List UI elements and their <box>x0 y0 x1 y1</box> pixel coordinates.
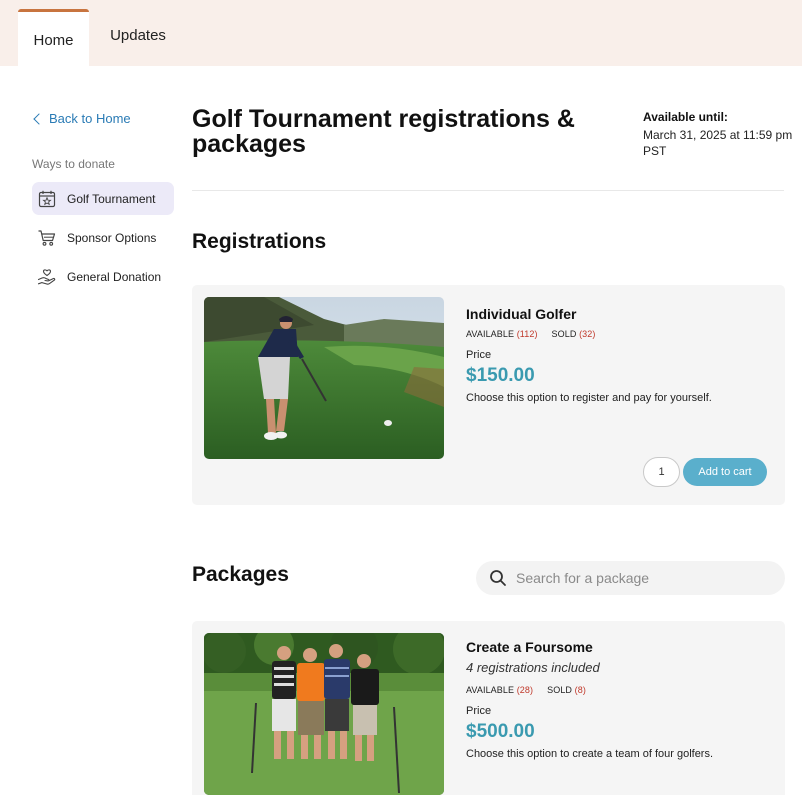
tab-home[interactable]: Home <box>18 9 89 66</box>
back-to-home-link[interactable]: Back to Home <box>32 111 131 126</box>
quantity-input[interactable]: 1 <box>643 457 680 487</box>
available-stat: AVAILABLE (112) <box>466 329 538 339</box>
item-description: Choose this option to create a team of f… <box>466 748 714 760</box>
packages-heading: Packages <box>192 563 289 586</box>
registrations-heading: Registrations <box>192 230 327 253</box>
calendar-star-icon <box>38 190 56 207</box>
top-tab-bar: Home Updates <box>0 0 802 66</box>
tab-updates-label: Updates <box>110 27 166 44</box>
sold-label: SOLD <box>551 329 577 339</box>
available-until-label: Available until: <box>643 110 728 124</box>
price-label: Price <box>466 349 492 361</box>
available-until-date: March 31, 2025 at 11:59 pm PST <box>643 128 793 158</box>
package-search-bar[interactable] <box>476 561 785 595</box>
golfer-swing-photo <box>204 297 444 459</box>
sold-count: (8) <box>574 685 586 695</box>
back-to-home-label: Back to Home <box>49 111 131 126</box>
available-count: (28) <box>516 685 534 695</box>
sidebar-item-general-donation[interactable]: General Donation <box>32 260 174 293</box>
page-title: Golf Tournament registrations & packages <box>192 105 575 158</box>
available-count: (112) <box>516 329 538 339</box>
sold-stat: SOLD (32) <box>552 329 596 339</box>
price-label: Price <box>466 705 492 717</box>
available-label: AVAILABLE <box>466 329 515 339</box>
price-value: $150.00 <box>466 365 535 386</box>
registration-card-individual-golfer: Individual Golfer AVAILABLE (112) SOLD (… <box>192 285 785 505</box>
available-stat: AVAILABLE (28) <box>466 685 533 695</box>
sidebar-item-label: Sponsor Options <box>67 230 157 245</box>
tab-home-label: Home <box>33 31 74 49</box>
sidebar-item-label: General Donation <box>67 269 162 284</box>
sidebar-item-sponsor-options[interactable]: Sponsor Options <box>32 221 174 254</box>
sidebar-item-label: Golf Tournament <box>67 191 156 206</box>
hand-heart-icon <box>37 268 56 285</box>
tab-updates[interactable]: Updates <box>100 8 176 63</box>
ways-to-donate-caption: Ways to donate <box>32 157 115 171</box>
header-divider <box>192 190 784 191</box>
sold-label: SOLD <box>547 685 573 695</box>
foursome-photo <box>204 633 444 795</box>
item-name: Create a Foursome <box>466 639 593 655</box>
stock-info: AVAILABLE (28) SOLD (8) <box>466 685 586 695</box>
item-description: Choose this option to register and pay f… <box>466 392 712 404</box>
add-to-cart-button[interactable]: Add to cart <box>683 458 767 486</box>
sidebar-item-golf-tournament[interactable]: Golf Tournament <box>32 182 174 215</box>
sold-stat: SOLD (8) <box>547 685 586 695</box>
stock-info: AVAILABLE (112) SOLD (32) <box>466 329 595 339</box>
item-subtitle: 4 registrations included <box>466 660 600 675</box>
shopping-cart-icon <box>38 229 56 246</box>
chevron-left-icon <box>33 112 45 125</box>
package-card-create-a-foursome: Create a Foursome 4 registrations includ… <box>192 621 785 795</box>
available-label: AVAILABLE <box>466 685 515 695</box>
price-value: $500.00 <box>466 721 535 742</box>
item-name: Individual Golfer <box>466 306 577 322</box>
package-search-input[interactable] <box>516 570 756 586</box>
sold-count: (32) <box>579 329 596 339</box>
search-icon <box>490 570 506 586</box>
